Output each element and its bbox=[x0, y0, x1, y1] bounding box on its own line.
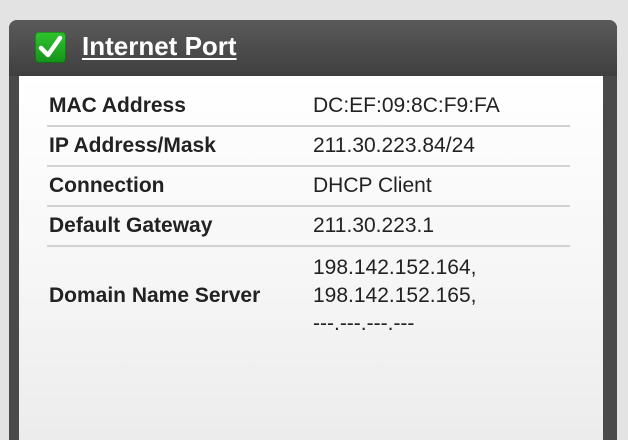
row-label: Domain Name Server bbox=[49, 284, 261, 307]
dns-server: ---.---.---.--- bbox=[313, 312, 415, 335]
row-label: Connection bbox=[47, 166, 313, 207]
row-label: IP Address/Mask bbox=[47, 126, 313, 167]
row-value: DHCP Client bbox=[313, 166, 570, 207]
connection-row: Connection DHCP Client bbox=[47, 166, 570, 207]
row-value: 211.30.223.1 bbox=[313, 206, 570, 247]
dns-server: 198.142.152.164, bbox=[313, 256, 477, 279]
row-label: MAC Address bbox=[47, 87, 313, 127]
dns-row: Domain Name Server 198.142.152.164, 198.… bbox=[47, 246, 570, 345]
panel-title[interactable]: Internet Port bbox=[82, 31, 237, 62]
row-value: 211.30.223.84/24 bbox=[313, 126, 570, 167]
panel-body: MAC Address DC:EF:09:8C:F9:FA IP Address… bbox=[19, 76, 603, 440]
default-gateway-row: Default Gateway 211.30.223.1 bbox=[47, 206, 570, 247]
panel-header: Internet Port bbox=[9, 20, 617, 76]
dns-values: 198.142.152.164, 198.142.152.165, ---.--… bbox=[313, 246, 570, 345]
internet-port-panel: Internet Port MAC Address DC:EF:09:8C:F9… bbox=[9, 20, 617, 440]
row-value: DC:EF:09:8C:F9:FA bbox=[313, 87, 570, 127]
dns-server: 198.142.152.165, bbox=[313, 284, 477, 307]
check-icon bbox=[35, 32, 66, 63]
info-table: MAC Address DC:EF:09:8C:F9:FA IP Address… bbox=[47, 87, 570, 345]
mac-address-row: MAC Address DC:EF:09:8C:F9:FA bbox=[47, 87, 570, 127]
row-label: Default Gateway bbox=[47, 206, 313, 247]
ip-address-row: IP Address/Mask 211.30.223.84/24 bbox=[47, 126, 570, 167]
